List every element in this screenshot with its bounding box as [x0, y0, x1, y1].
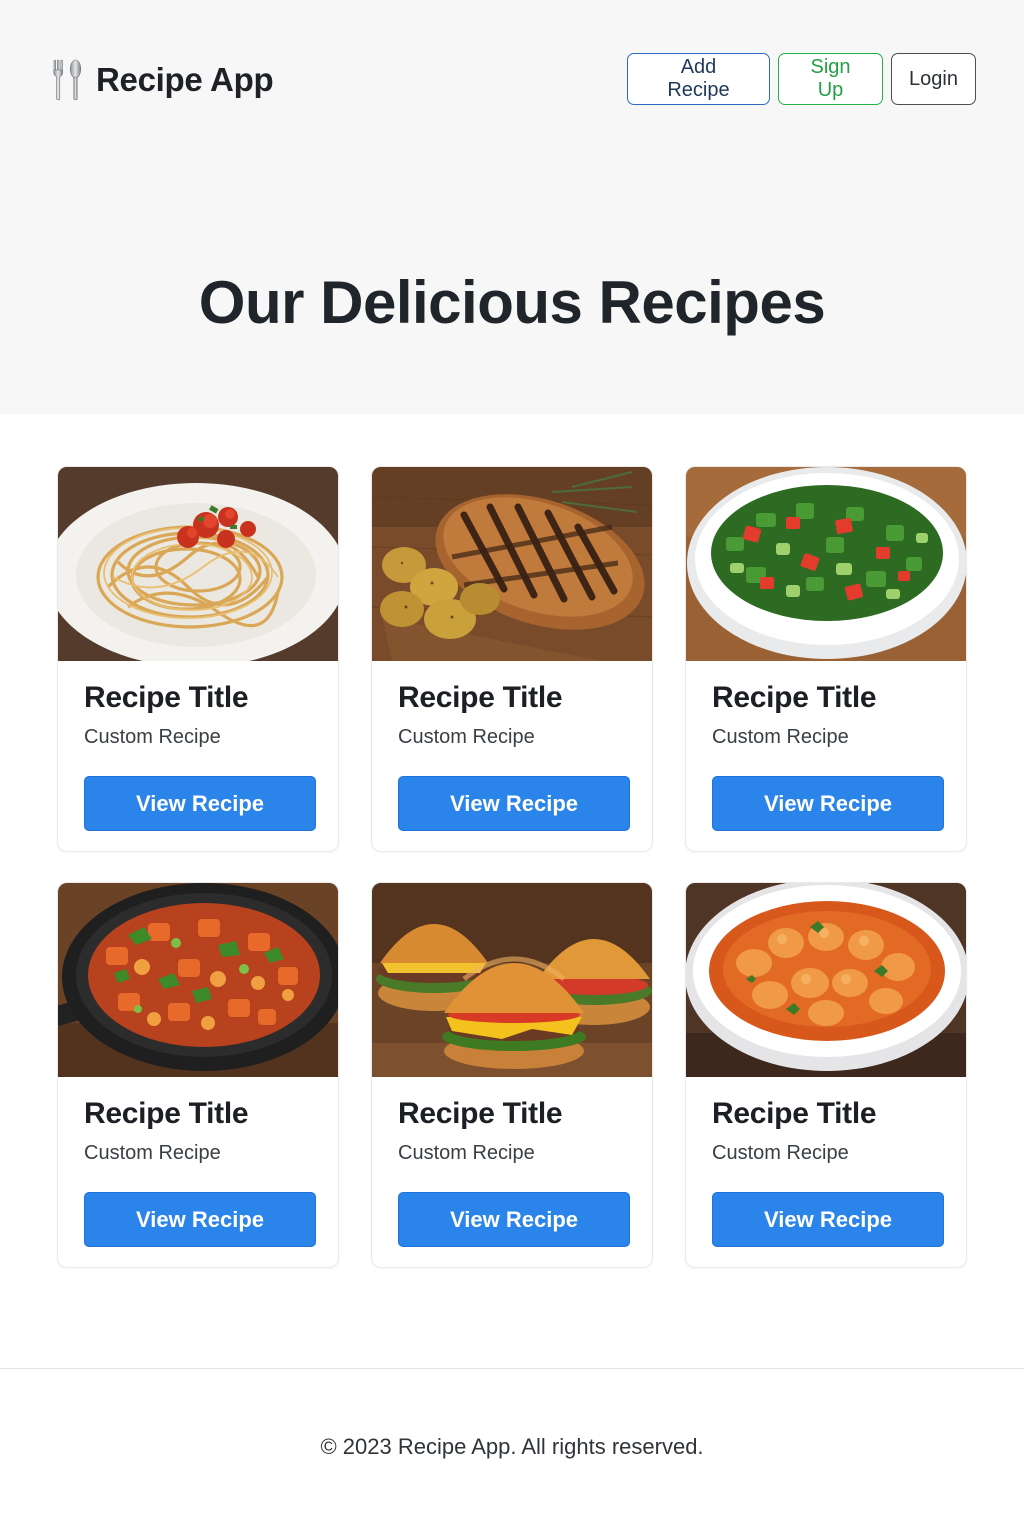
view-recipe-button[interactable]: View Recipe — [398, 1192, 630, 1247]
fork-and-spoon-icon — [53, 59, 81, 101]
view-recipe-button[interactable]: View Recipe — [84, 1192, 316, 1247]
curry-image — [686, 883, 966, 1077]
login-button[interactable]: Login — [891, 53, 976, 105]
salad-image — [686, 467, 966, 661]
footer-copyright: © 2023 Recipe App. All rights reserved. — [320, 1434, 704, 1459]
add-recipe-button[interactable]: Add Recipe — [627, 53, 770, 105]
recipe-subtitle: Custom Recipe — [84, 1142, 221, 1164]
burgers-image — [372, 883, 652, 1077]
recipe-title: Recipe Title — [398, 1097, 563, 1130]
recipe-subtitle: Custom Recipe — [398, 1142, 535, 1164]
spaghetti-image — [58, 467, 338, 661]
header-nav: Add Recipe Sign Up Login — [627, 53, 976, 105]
recipe-title: Recipe Title — [712, 1097, 877, 1130]
recipe-subtitle: Custom Recipe — [712, 1142, 849, 1164]
view-recipe-button[interactable]: View Recipe — [712, 776, 944, 831]
recipe-card: Recipe Title Custom Recipe View Recipe — [685, 466, 967, 852]
app-name: Recipe App — [96, 61, 274, 98]
sign-up-button[interactable]: Sign Up — [778, 53, 883, 105]
recipe-card: Recipe Title Custom Recipe View Recipe — [685, 882, 967, 1268]
recipe-grid: Recipe Title Custom Recipe View Recipe R… — [57, 466, 967, 1268]
recipe-subtitle: Custom Recipe — [712, 726, 849, 748]
view-recipe-button[interactable]: View Recipe — [84, 776, 316, 831]
recipe-card: Recipe Title Custom Recipe View Recipe — [371, 466, 653, 852]
view-recipe-button[interactable]: View Recipe — [398, 776, 630, 831]
brand[interactable]: Recipe App — [50, 58, 274, 102]
recipe-subtitle: Custom Recipe — [398, 726, 535, 748]
recipe-card: Recipe Title Custom Recipe View Recipe — [57, 466, 339, 852]
recipe-card: Recipe Title Custom Recipe View Recipe — [57, 882, 339, 1268]
recipe-title: Recipe Title — [84, 1097, 249, 1130]
footer-divider — [0, 1368, 1024, 1369]
grilled-chicken-image — [372, 467, 652, 661]
page-title: Our Delicious Recipes — [198, 269, 826, 336]
page-header: Recipe App Add Recipe Sign Up Login Our … — [0, 0, 1024, 414]
recipe-subtitle: Custom Recipe — [84, 726, 221, 748]
recipe-title: Recipe Title — [712, 681, 877, 714]
recipe-title: Recipe Title — [398, 681, 563, 714]
recipe-title: Recipe Title — [84, 681, 249, 714]
view-recipe-button[interactable]: View Recipe — [712, 1192, 944, 1247]
vegetable-stew-image — [58, 883, 338, 1077]
recipe-card: Recipe Title Custom Recipe View Recipe — [371, 882, 653, 1268]
